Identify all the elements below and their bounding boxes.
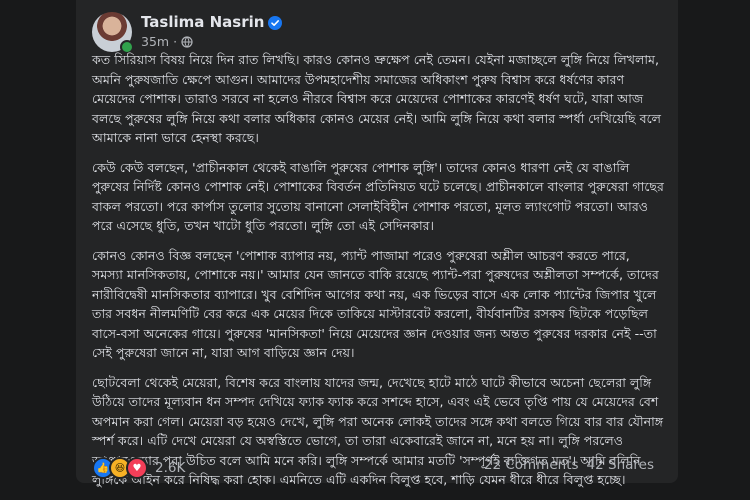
reaction-count[interactable]: 2.6K bbox=[155, 460, 185, 476]
post-meta: 35m · bbox=[141, 34, 193, 49]
globe-icon[interactable] bbox=[181, 35, 193, 48]
post-paragraph: কত সিরিয়াস বিষয় নিয়ে দিন রাত লিখছি। ক… bbox=[92, 52, 662, 145]
verified-badge-icon bbox=[268, 15, 283, 30]
meta-separator: · bbox=[173, 34, 178, 49]
post-paragraph: কোনও কোনও বিজ্ঞ বলছেন 'পোশাক ব্যাপার নয়… bbox=[92, 247, 659, 361]
engagement-counts: 22 Comments 42 Shares bbox=[484, 457, 654, 473]
post-paragraph: কেউ কেউ বলছেন, 'প্রাচীনকাল থেকেই বাঙালি … bbox=[92, 159, 664, 234]
love-icon: ♥ bbox=[126, 457, 148, 479]
comments-link[interactable]: 22 Comments bbox=[484, 457, 579, 473]
reactions-summary[interactable]: 👍 😆 ♥ 2.6K bbox=[92, 457, 185, 479]
author-name[interactable]: Taslima Nasrin bbox=[141, 13, 264, 31]
shares-link[interactable]: 42 Shares bbox=[587, 457, 654, 473]
post-time[interactable]: 35m bbox=[141, 34, 169, 49]
post-card: Taslima Nasrin 35m · কত সিরিয়াস বিষয় ন… bbox=[76, 0, 678, 487]
post-header: Taslima Nasrin 35m · bbox=[92, 12, 662, 54]
author-name-row: Taslima Nasrin bbox=[141, 13, 283, 31]
post-body: কত সিরিয়াস বিষয় নিয়ে দিন রাত লিখছি। ক… bbox=[92, 50, 664, 500]
post-footer: 👍 😆 ♥ 2.6K 22 Comments 42 Shares bbox=[92, 454, 664, 479]
